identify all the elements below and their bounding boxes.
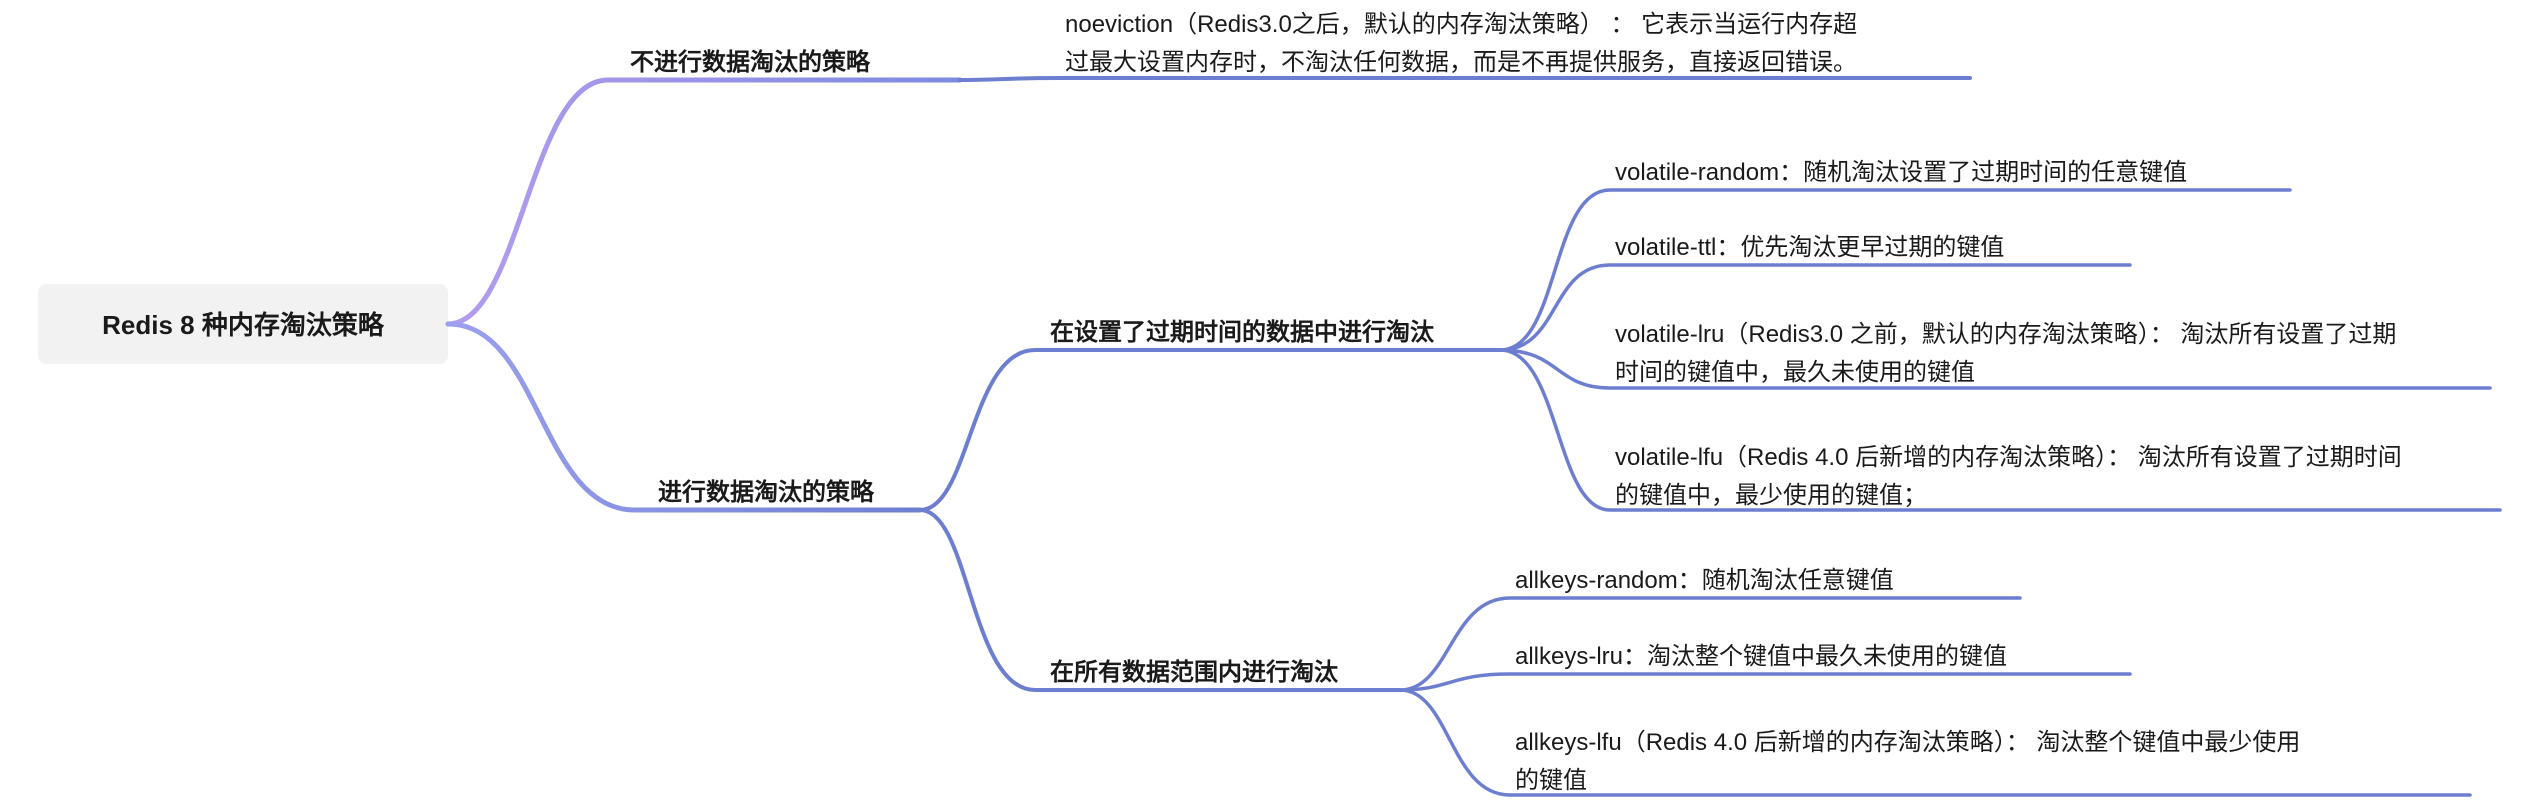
mindmap-canvas: Redis 8 种内存淘汰策略 不进行数据淘汰的策略 noeviction（Re… bbox=[0, 0, 2540, 804]
leaf-noeviction-l1: noeviction（Redis3.0之后，默认的内存淘汰策略） ： 它表示当运… bbox=[1065, 11, 1857, 38]
leaf-vol-lru-l2: 时间的键值中，最久未使用的键值 bbox=[1615, 359, 1975, 386]
leaf-vol-random: volatile-random：随机淘汰设置了过期时间的任意键值 bbox=[1615, 159, 2187, 186]
leaf-vol-lfu-l2: 的键值中，最少使用的键值； bbox=[1615, 482, 1927, 509]
branch-no-evict[interactable]: 不进行数据淘汰的策略 bbox=[630, 48, 871, 76]
sub-volatile[interactable]: 在设置了过期时间的数据中进行淘汰 bbox=[1050, 318, 1434, 346]
edge-all-lru bbox=[1400, 674, 2130, 690]
root-label: Redis 8 种内存淘汰策略 bbox=[102, 310, 385, 340]
leaf-vol-lfu-l1: volatile-lfu（Redis 4.0 后新增的内存淘汰策略）： 淘汰所有… bbox=[1615, 444, 2402, 471]
edge-evict-volatile bbox=[920, 350, 1500, 510]
leaf-vol-ttl: volatile-ttl：优先淘汰更早过期的键值 bbox=[1615, 234, 2004, 261]
edge-root-noevict bbox=[448, 80, 960, 324]
leaf-vol-lru-l1: volatile-lru（Redis3.0 之前，默认的内存淘汰策略）： 淘汰所… bbox=[1615, 321, 2396, 348]
root-node[interactable]: Redis 8 种内存淘汰策略 bbox=[38, 284, 448, 364]
edge-noevict-leaf bbox=[960, 78, 1970, 80]
leaf-noeviction-l2: 过最大设置内存时，不淘汰任何数据，而是不再提供服务，直接返回错误。 bbox=[1065, 49, 1857, 76]
sub-allkeys[interactable]: 在所有数据范围内进行淘汰 bbox=[1050, 658, 1338, 686]
leaf-all-lru: allkeys-lru：淘汰整个键值中最久未使用的键值 bbox=[1515, 643, 2007, 670]
leaf-all-lfu-l1: allkeys-lfu（Redis 4.0 后新增的内存淘汰策略）： 淘汰整个键… bbox=[1515, 729, 2300, 756]
leaf-all-lfu-l2: 的键值 bbox=[1515, 767, 1587, 794]
branch-evict[interactable]: 进行数据淘汰的策略 bbox=[658, 478, 875, 506]
leaf-all-random: allkeys-random：随机淘汰任意键值 bbox=[1515, 567, 1894, 594]
